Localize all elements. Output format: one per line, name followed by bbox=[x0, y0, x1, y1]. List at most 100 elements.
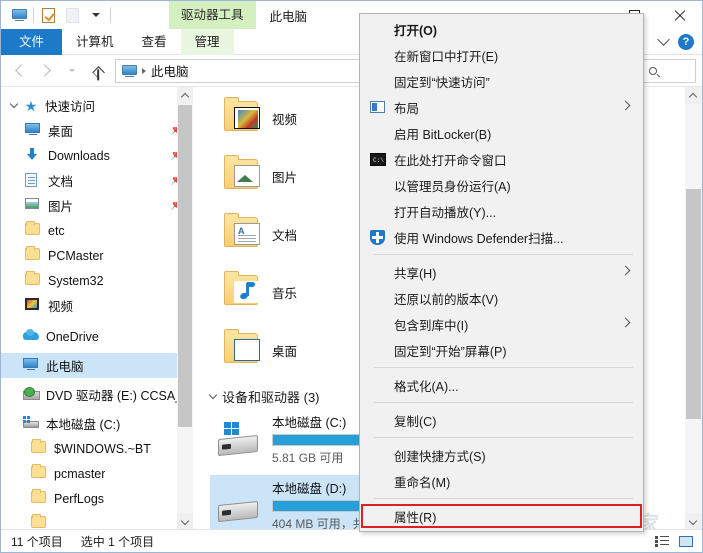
menu-item-pin-to-start[interactable]: 固定到“开始”屏幕(P) bbox=[360, 337, 643, 363]
menu-item-open-new-window[interactable]: 在新窗口中打开(E) bbox=[360, 42, 643, 68]
file-explorer-window: 驱动器工具 此电脑 文件 计算机 查看 管理 ? 此电脑 ★ 快速访问 桌面 D… bbox=[0, 0, 703, 553]
large-icons-view-icon[interactable] bbox=[676, 532, 696, 550]
menu-item-share[interactable]: 共享(H) bbox=[360, 259, 643, 285]
sidebar-item-pcmaster[interactable]: PCMaster bbox=[1, 243, 193, 268]
scroll-up-icon[interactable] bbox=[685, 87, 701, 104]
devices-group-header[interactable]: 设备和驱动器 (3) bbox=[202, 385, 320, 407]
menu-item-copy[interactable]: 复制(C) bbox=[360, 407, 643, 433]
menu-item-rename[interactable]: 重命名(M) bbox=[360, 468, 643, 494]
sidebar-item-windows-bt[interactable]: $WINDOWS.~BT bbox=[1, 436, 193, 461]
menu-item-pin-to-quick-access[interactable]: 固定到“快速访问” bbox=[360, 68, 643, 94]
menu-item-format[interactable]: 格式化(A)... bbox=[360, 372, 643, 398]
menu-item-create-shortcut[interactable]: 创建快捷方式(S) bbox=[360, 442, 643, 468]
sidebar-item-pictures[interactable]: 图片 📌 bbox=[1, 193, 193, 218]
menu-item-open-autoplay[interactable]: 打开自动播放(Y)... bbox=[360, 198, 643, 224]
new-folder-icon[interactable] bbox=[62, 5, 82, 25]
scroll-down-icon[interactable] bbox=[685, 513, 701, 530]
tab-computer[interactable]: 计算机 bbox=[62, 29, 128, 55]
context-menu: 打开(O) 在新窗口中打开(E) 固定到“快速访问” 布局 启用 BitLock… bbox=[359, 13, 644, 532]
menu-item-restore-previous-versions[interactable]: 还原以前的版本(V) bbox=[360, 285, 643, 311]
desktop-folder-icon bbox=[220, 329, 264, 369]
breadcrumb-separator-icon[interactable] bbox=[142, 67, 146, 74]
sidebar-item-local-disk-c[interactable]: 本地磁盘 (C:) bbox=[1, 411, 193, 436]
folder-icon bbox=[25, 220, 41, 239]
menu-separator bbox=[374, 437, 633, 438]
menu-separator bbox=[374, 254, 633, 255]
scrollbar-thumb[interactable] bbox=[686, 189, 701, 419]
downloads-icon bbox=[25, 147, 41, 164]
star-icon: ★ bbox=[24, 97, 38, 114]
menu-item-label: 共享(H) bbox=[394, 266, 437, 281]
sidebar-item-pcmaster-c[interactable]: pcmaster bbox=[1, 461, 193, 486]
menu-icon-slot bbox=[370, 20, 392, 38]
sidebar-item-this-pc[interactable]: 此电脑 bbox=[1, 353, 193, 378]
breadcrumb-current[interactable]: 此电脑 bbox=[151, 61, 189, 80]
item-count: 11 个项目 bbox=[11, 534, 63, 549]
menu-icon-slot bbox=[370, 289, 392, 307]
scrollbar-thumb[interactable] bbox=[178, 105, 192, 427]
forward-button[interactable] bbox=[33, 58, 59, 84]
sidebar-item-documents[interactable]: 文档 📌 bbox=[1, 168, 193, 193]
contextual-tab-group-label: 驱动器工具 bbox=[169, 1, 256, 29]
videos-folder-icon bbox=[220, 97, 264, 137]
content-scrollbar[interactable] bbox=[685, 87, 702, 530]
chevron-down-icon[interactable] bbox=[208, 390, 218, 399]
sidebar-item-downloads[interactable]: Downloads 📌 bbox=[1, 143, 193, 168]
menu-item-label: 复制(C) bbox=[394, 414, 437, 429]
navigation-scrollbar[interactable] bbox=[177, 87, 193, 530]
contextual-tab-header: 驱动器工具 此电脑 bbox=[169, 1, 307, 29]
menu-item-label: 打开自动播放(Y)... bbox=[394, 205, 497, 220]
close-button[interactable] bbox=[657, 1, 702, 29]
tab-manage[interactable]: 管理 bbox=[180, 29, 234, 55]
this-pc-icon[interactable] bbox=[9, 5, 29, 25]
menu-item-properties[interactable]: 属性(R) bbox=[360, 503, 643, 529]
scroll-down-icon[interactable] bbox=[177, 513, 193, 530]
tab-file[interactable]: 文件 bbox=[1, 29, 63, 55]
sidebar-item-partial[interactable] bbox=[1, 511, 193, 530]
folder-tile-videos[interactable]: 视频 bbox=[220, 97, 297, 137]
folder-tile-documents[interactable]: A 文档 bbox=[220, 213, 297, 253]
chevron-down-icon[interactable] bbox=[657, 33, 670, 46]
sidebar-item-onedrive[interactable]: OneDrive bbox=[1, 324, 193, 349]
customize-dropdown-icon[interactable] bbox=[86, 5, 106, 25]
defender-shield-icon bbox=[370, 228, 392, 246]
folder-tile-pictures[interactable]: 图片 bbox=[220, 155, 297, 195]
menu-item-include-in-library[interactable]: 包含到库中(I) bbox=[360, 311, 643, 337]
recent-locations-dropdown[interactable] bbox=[59, 58, 85, 84]
command-prompt-icon: C:\ bbox=[370, 150, 392, 168]
folder-tile-music[interactable]: 音乐 bbox=[220, 271, 297, 311]
chevron-down-icon[interactable] bbox=[9, 99, 19, 109]
divider bbox=[33, 7, 34, 23]
sidebar-item-videos[interactable]: 视频 bbox=[1, 293, 193, 318]
menu-item-scan-with-defender[interactable]: 使用 Windows Defender扫描... bbox=[360, 224, 643, 250]
menu-item-run-as-administrator[interactable]: 以管理员身份运行(A) bbox=[360, 172, 643, 198]
sidebar-item-label: PerfLogs bbox=[54, 491, 105, 506]
hard-drive-icon bbox=[23, 415, 39, 432]
sidebar-item-etc[interactable]: etc bbox=[1, 218, 193, 243]
sidebar-item-label: 视频 bbox=[48, 300, 74, 314]
sidebar-item-label: PCMaster bbox=[48, 248, 104, 263]
details-view-icon[interactable] bbox=[652, 532, 672, 550]
dvd-drive-icon bbox=[23, 386, 40, 403]
scroll-up-icon[interactable] bbox=[177, 87, 193, 104]
up-button[interactable] bbox=[85, 58, 111, 84]
sidebar-item-dvd-drive[interactable]: DVD 驱动器 (E:) CCSA_X64 bbox=[1, 382, 193, 407]
menu-item-enable-bitlocker[interactable]: 启用 BitLocker(B) bbox=[360, 120, 643, 146]
menu-icon-slot bbox=[370, 341, 392, 359]
sidebar-item-desktop[interactable]: 桌面 📌 bbox=[1, 118, 193, 143]
sidebar-item-label: etc bbox=[48, 223, 65, 238]
menu-item-open-command-window[interactable]: C:\ 在此处打开命令窗口 bbox=[360, 146, 643, 172]
properties-icon[interactable] bbox=[38, 5, 58, 25]
menu-item-open[interactable]: 打开(O) bbox=[360, 16, 643, 42]
menu-item-layout[interactable]: 布局 bbox=[360, 94, 643, 120]
help-icon[interactable]: ? bbox=[678, 33, 694, 50]
sidebar-item-perflogs[interactable]: PerfLogs bbox=[1, 486, 193, 511]
back-button[interactable] bbox=[7, 58, 33, 84]
sidebar-item-system32[interactable]: System32 bbox=[1, 268, 193, 293]
tab-view[interactable]: 查看 bbox=[128, 29, 181, 55]
menu-item-label: 格式化(A)... bbox=[394, 379, 459, 394]
folder-tile-desktop[interactable]: 桌面 bbox=[220, 329, 297, 369]
sidebar-item-quick-access[interactable]: ★ 快速访问 bbox=[1, 93, 193, 118]
sidebar-item-label: 图片 bbox=[48, 200, 74, 214]
sidebar-item-label: pcmaster bbox=[54, 466, 106, 481]
